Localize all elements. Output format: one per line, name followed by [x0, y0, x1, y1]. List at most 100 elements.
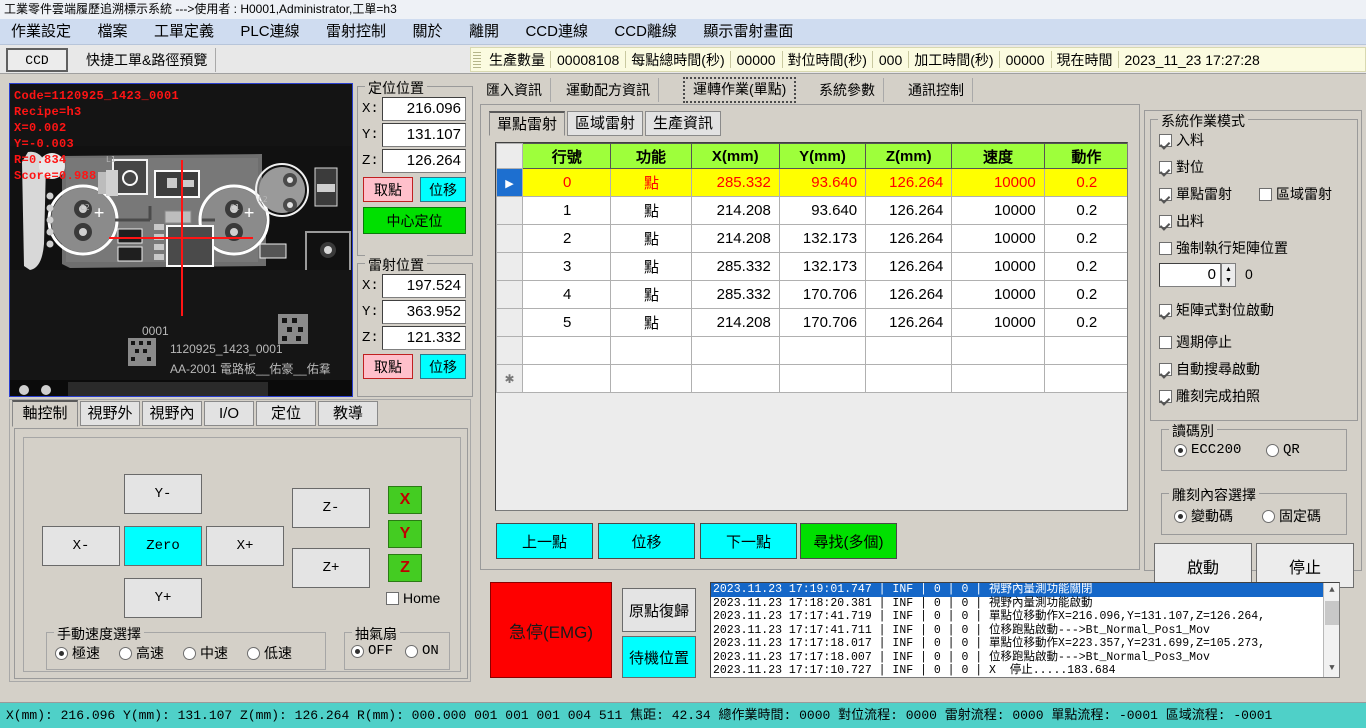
jog-x-minus-button[interactable]: X- [42, 526, 120, 566]
cell-z[interactable]: 126.264 [865, 252, 953, 281]
code-radio-qr[interactable] [1266, 443, 1279, 457]
cell-action[interactable]: 0.2 [1043, 224, 1127, 253]
cell-z[interactable]: 126.264 [865, 308, 953, 337]
cell-function[interactable]: 點 [610, 252, 692, 281]
content-option-fixed[interactable]: 固定碼 [1262, 506, 1321, 526]
left-tab-in-view[interactable]: 視野內 [142, 401, 202, 426]
cell-row-no[interactable]: 5 [522, 308, 612, 337]
row-selector[interactable]: ✱ [496, 364, 524, 393]
speed-option-3[interactable]: 低速 [247, 643, 292, 663]
code-option-ecc200[interactable]: ECC200 [1174, 442, 1241, 458]
log-line[interactable]: 2023.11.23 17:19:01.747 | INF | 0 | 0 | … [711, 583, 1339, 597]
emergency-stop-button[interactable]: 急停(EMG) [490, 582, 612, 678]
checkbox-cycle-stop-box[interactable] [1159, 335, 1172, 349]
checkbox-feed-out-box[interactable] [1159, 214, 1172, 228]
table-row[interactable]: 3 點 285.332 132.173 126.264 10000 0.2 [496, 252, 1127, 281]
toolbar-grip-icon[interactable] [473, 51, 481, 68]
tab-ccd[interactable]: CCD [6, 48, 68, 72]
sub-tab-area-laser[interactable]: 區域雷射 [567, 111, 643, 136]
center-locate-button[interactable]: 中心定位 [363, 207, 466, 234]
checkbox-align[interactable]: 對位 [1159, 157, 1204, 177]
code-radio-ecc200[interactable] [1174, 443, 1187, 457]
fan-option-1[interactable]: ON [405, 643, 439, 659]
home-checkbox[interactable]: Home [386, 590, 440, 606]
cell-speed[interactable]: 10000 [951, 308, 1045, 337]
left-tab-teach[interactable]: 教導 [318, 401, 378, 426]
home-return-button[interactable]: 原點復歸 [622, 588, 696, 632]
th-z[interactable]: Z(mm) [865, 143, 953, 169]
cell-x[interactable]: 214.208 [690, 224, 780, 253]
th-y[interactable]: Y(mm) [778, 143, 867, 169]
move-button[interactable]: 位移 [598, 523, 695, 559]
content-option-variable[interactable]: 變動碼 [1174, 506, 1233, 526]
cell-speed[interactable]: 10000 [951, 168, 1045, 197]
log-line[interactable]: 2023.11.23 17:17:41.711 | INF | 0 | 0 | … [711, 624, 1339, 638]
laser-y-field[interactable]: 363.952 [382, 300, 466, 324]
checkbox-force-matrix-box[interactable] [1159, 241, 1172, 255]
table-row[interactable]: 5 點 214.208 170.706 126.264 10000 0.2 [496, 308, 1127, 337]
log-line[interactable]: 2023.11.23 17:18:20.381 | INF | 0 | 0 | … [711, 597, 1339, 611]
cell-x[interactable]: 214.208 [690, 196, 780, 225]
cell-y[interactable]: 93.640 [778, 168, 867, 197]
cell-y[interactable]: 170.706 [778, 308, 867, 337]
menu-item-8[interactable]: CCD離線 [603, 19, 688, 45]
table-row[interactable]: 1 點 214.208 93.640 126.264 10000 0.2 [496, 196, 1127, 225]
checkbox-feed-in-box[interactable] [1159, 133, 1172, 147]
checkbox-matrix-align[interactable]: 矩陣式對位啟動 [1159, 300, 1274, 320]
cell-z[interactable]: 126.264 [865, 168, 953, 197]
checkbox-auto-search-box[interactable] [1159, 362, 1172, 376]
cell-action[interactable]: 0.2 [1043, 252, 1127, 281]
table-row[interactable]: 2 點 214.208 132.173 126.264 10000 0.2 [496, 224, 1127, 253]
row-selector[interactable]: ▶ [496, 168, 524, 197]
fan-option-0[interactable]: OFF [351, 643, 393, 659]
cell-action[interactable]: 0.2 [1043, 280, 1127, 309]
speed-radio-3[interactable] [247, 646, 260, 660]
log-output[interactable]: 2023.11.23 17:19:01.747 | INF | 0 | 0 | … [710, 582, 1340, 678]
jog-z-minus-button[interactable]: Z- [292, 488, 370, 528]
left-tab-locate[interactable]: 定位 [256, 401, 316, 426]
find-multiple-button[interactable]: 尋找(多個) [800, 523, 897, 559]
main-tab-comm-control[interactable]: 通訊控制 [900, 78, 973, 102]
next-point-button[interactable]: 下一點 [700, 523, 797, 559]
laser-x-field[interactable]: 197.524 [382, 274, 466, 298]
locate-z-field[interactable]: 126.264 [382, 149, 466, 173]
main-tab-system-params[interactable]: 系統參數 [811, 78, 884, 102]
table-row[interactable]: ▶ 0 點 285.332 93.640 126.264 10000 0.2 [496, 168, 1127, 197]
menu-item-3[interactable]: PLC連線 [229, 19, 310, 45]
content-radio-variable[interactable] [1174, 509, 1187, 523]
locate-pick-button[interactable]: 取點 [363, 177, 413, 202]
speed-radio-0[interactable] [55, 646, 68, 660]
log-line[interactable]: 2023.11.23 17:17:18.017 | INF | 0 | 0 | … [711, 637, 1339, 651]
th-action[interactable]: 動作 [1043, 143, 1127, 169]
cell-z[interactable]: 126.264 [865, 224, 953, 253]
table-row[interactable] [496, 336, 1127, 365]
scroll-thumb[interactable] [1325, 601, 1339, 625]
cell-function[interactable]: 點 [610, 224, 692, 253]
cell-x[interactable]: 214.208 [690, 308, 780, 337]
cell-action[interactable]: 0.2 [1043, 196, 1127, 225]
matrix-index-input[interactable]: 0 [1159, 263, 1221, 287]
prev-point-button[interactable]: 上一點 [496, 523, 593, 559]
cell-function[interactable] [610, 364, 692, 393]
cell-row-no[interactable]: 2 [522, 224, 612, 253]
cell-x[interactable]: 285.332 [690, 280, 780, 309]
axis-x-indicator[interactable]: X [388, 486, 422, 514]
jog-z-plus-button[interactable]: Z+ [292, 548, 370, 588]
jog-y-minus-button[interactable]: Y- [124, 474, 202, 514]
scroll-up-icon[interactable]: ▲ [1324, 583, 1339, 599]
left-tab-axis-control[interactable]: 軸控制 [12, 400, 78, 427]
table-row[interactable]: 4 點 285.332 170.706 126.264 10000 0.2 [496, 280, 1127, 309]
cell-y[interactable] [778, 336, 867, 365]
menu-item-4[interactable]: 雷射控制 [315, 19, 397, 45]
content-radio-fixed[interactable] [1262, 509, 1275, 523]
scroll-down-icon[interactable]: ▼ [1324, 661, 1339, 677]
th-row-no[interactable]: 行號 [522, 143, 612, 169]
axis-z-indicator[interactable]: Z [388, 554, 422, 582]
code-option-qr[interactable]: QR [1266, 442, 1300, 458]
fan-radio-1[interactable] [405, 644, 418, 658]
checkbox-align-box[interactable] [1159, 160, 1172, 174]
checkbox-feed-out[interactable]: 出料 [1159, 211, 1204, 231]
menu-item-1[interactable]: 檔案 [86, 19, 138, 45]
checkbox-force-matrix[interactable]: 強制執行矩陣位置 [1159, 238, 1288, 258]
jog-zero-button[interactable]: Zero [124, 526, 202, 566]
